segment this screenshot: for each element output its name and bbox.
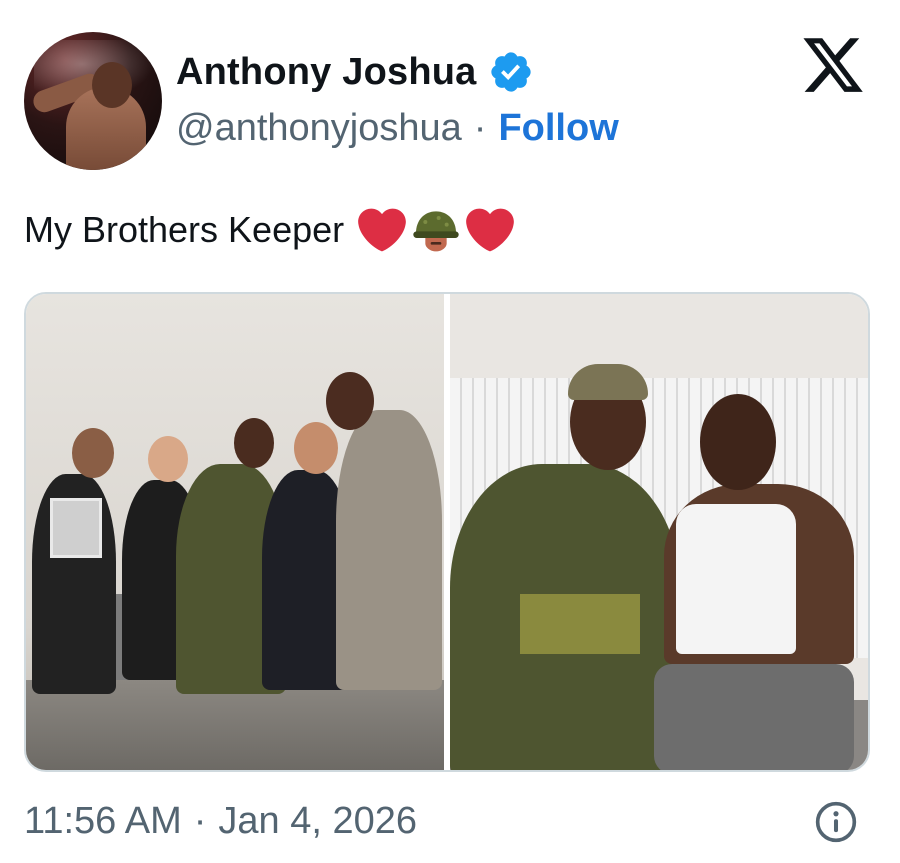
x-logo-icon[interactable]: [800, 32, 866, 98]
person-5-head: [326, 372, 374, 430]
red-heart-icon: [358, 208, 406, 252]
avatar-head: [92, 62, 132, 108]
person-1-head: [72, 428, 114, 478]
person-3-head: [234, 418, 274, 468]
man-left-chest-panel: [520, 594, 640, 654]
follow-button[interactable]: Follow: [498, 107, 618, 150]
tweet-time[interactable]: 11:56 AM: [24, 800, 182, 843]
tweet-timestamp[interactable]: 11:56 AM · Jan 4, 2026: [24, 796, 417, 846]
person-4-head: [294, 422, 338, 474]
military-helmet-icon: [413, 211, 459, 252]
man-left-cap: [568, 364, 648, 400]
man-right-legs: [654, 664, 854, 770]
media-grid: [24, 292, 870, 772]
man-right-head: [700, 394, 776, 490]
tweet-body: My Brothers Keeper: [24, 209, 345, 250]
handle-separator: ·: [473, 106, 487, 149]
author-avatar[interactable]: [24, 32, 162, 170]
memorial-photo-frame: [50, 498, 102, 558]
timestamp-separator: ·: [193, 799, 207, 842]
author-handle[interactable]: @anthonyjoshua: [176, 107, 462, 150]
man-right-tank-top: [676, 504, 796, 654]
verified-badge-icon[interactable]: [488, 49, 534, 95]
author-name[interactable]: Anthony Joshua: [176, 51, 476, 94]
photo-two-men[interactable]: [450, 294, 868, 770]
red-heart-icon: [466, 208, 514, 252]
person-2-head: [148, 436, 188, 482]
author-name-row: Anthony Joshua: [176, 48, 534, 96]
tweet-text: My Brothers Keeper: [24, 204, 514, 256]
author-handle-row: @anthonyjoshua · Follow: [176, 104, 619, 152]
tweet-date[interactable]: Jan 4, 2026: [218, 800, 417, 843]
info-icon[interactable]: [814, 800, 858, 844]
photo-group-family[interactable]: [26, 294, 444, 770]
person-5: [336, 410, 442, 690]
